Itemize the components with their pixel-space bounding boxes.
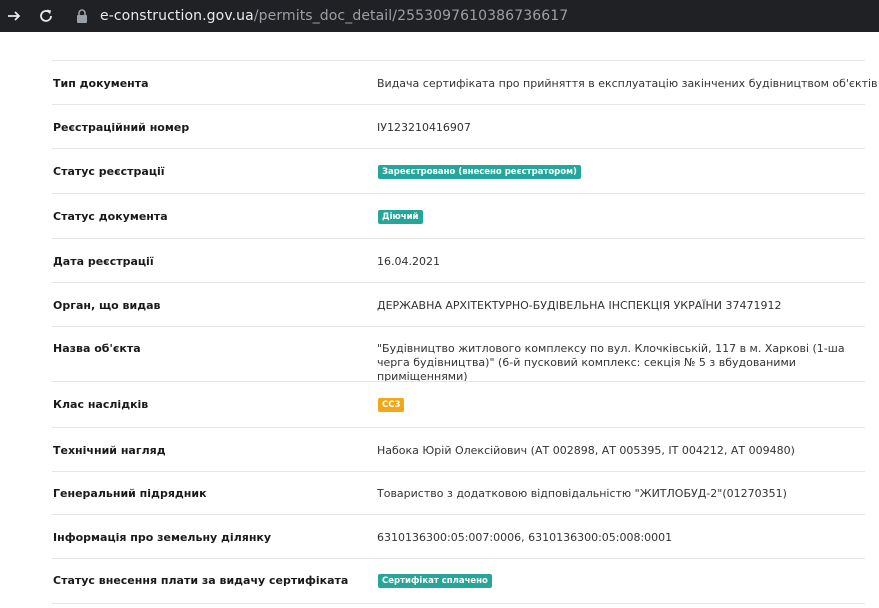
row-consequence-class: Клас наслідків СС3 xyxy=(52,381,865,428)
url-text: e-construction.gov.ua/permits_doc_detail… xyxy=(100,8,568,24)
reg-number-label: Реєстраційний номер xyxy=(53,121,190,134)
payment-status-label: Статус внесення плати за видачу сертифік… xyxy=(53,574,349,587)
object-name-label: Назва об'єкта xyxy=(53,342,141,355)
row-general-contractor: Генеральний підрядник Товариство з додат… xyxy=(52,471,865,515)
doc-type-label: Тип документа xyxy=(53,77,149,90)
reload-icon xyxy=(40,9,52,22)
reg-date-label: Дата реєстрації xyxy=(53,255,154,268)
row-reg-date: Дата реєстрації 16.04.2021 xyxy=(52,238,865,283)
issuer-value: ДЕРЖАВНА АРХІТЕКТУРНО-БУДІВЕЛЬНА ІНСПЕКЦ… xyxy=(377,299,782,312)
row-tech-supervision: Технічний нагляд Набока Юрій Олексійович… xyxy=(52,427,865,472)
row-payment-status: Статус внесення плати за видачу сертифік… xyxy=(52,558,865,604)
doc-status-badge: Діючий xyxy=(378,210,423,224)
browser-toolbar: e-construction.gov.ua/permits_doc_detail… xyxy=(0,0,879,32)
reg-status-label: Статус реєстрації xyxy=(53,165,165,178)
row-doc-type: Тип документа Видача сертифіката про при… xyxy=(52,60,878,105)
general-contractor-value: Товариство з додатковою відповідальністю… xyxy=(377,487,787,500)
url-host: e-construction.gov.ua xyxy=(100,8,254,24)
row-land-info: Інформація про земельну ділянку 63101363… xyxy=(52,514,865,559)
doc-type-value: Видача сертифіката про прийняття в експл… xyxy=(377,77,878,90)
issuer-label: Орган, що видав xyxy=(53,299,161,312)
lock-icon xyxy=(74,8,90,24)
reload-button[interactable] xyxy=(34,4,58,28)
land-info-label: Інформація про земельну ділянку xyxy=(53,531,272,544)
consequence-class-label: Клас наслідків xyxy=(53,398,149,411)
general-contractor-label: Генеральний підрядник xyxy=(53,487,207,500)
tech-supervision-value: Набока Юрій Олексійович (АТ 002898, АТ 0… xyxy=(377,444,795,457)
reg-status-badge: Зареєстровано (внесено реєстратором) xyxy=(378,165,581,179)
reg-number-value: ІУ123210416907 xyxy=(377,121,471,134)
forward-button[interactable] xyxy=(2,4,26,28)
object-name-value: "Будівництво житлового комплексу по вул.… xyxy=(377,342,845,383)
row-reg-number: Реєстраційний номер ІУ123210416907 xyxy=(52,104,865,149)
tech-supervision-label: Технічний нагляд xyxy=(53,444,166,457)
url-path: /permits_doc_detail/2553097610386736617 xyxy=(253,8,569,24)
address-bar[interactable]: e-construction.gov.ua/permits_doc_detail… xyxy=(70,0,879,32)
land-info-value: 6310136300:05:007:0006, 6310136300:05:00… xyxy=(377,531,673,544)
nav-controls xyxy=(0,4,58,28)
payment-status-badge: Сертифікат сплачено xyxy=(378,574,492,588)
row-doc-status: Статус документа Діючий xyxy=(52,193,865,239)
doc-status-label: Статус документа xyxy=(53,210,168,223)
section-heading-fragment xyxy=(150,30,300,38)
consequence-class-badge: СС3 xyxy=(378,398,405,412)
arrow-right-icon xyxy=(8,11,21,21)
row-object-name: Назва об'єкта "Будівництво житлового ком… xyxy=(52,326,865,383)
row-issuer: Орган, що видав ДЕРЖАВНА АРХІТЕКТУРНО-БУ… xyxy=(52,282,865,327)
reg-date-value: 16.04.2021 xyxy=(377,255,440,268)
row-reg-status: Статус реєстрації Зареєстровано (внесено… xyxy=(52,148,865,194)
